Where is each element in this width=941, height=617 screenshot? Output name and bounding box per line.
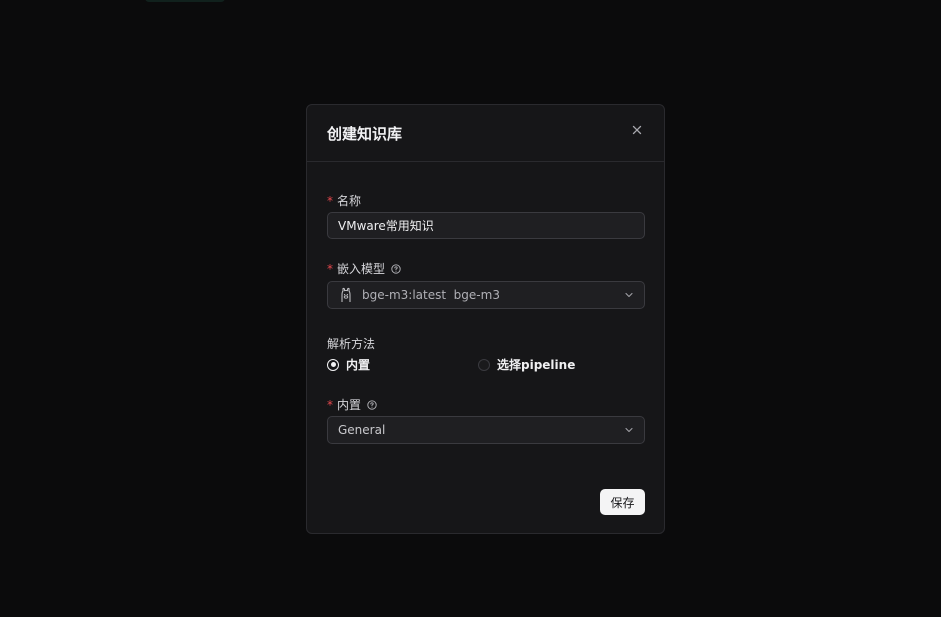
builtin-label-text: 内置 xyxy=(337,398,362,412)
name-label: * 名称 xyxy=(327,192,361,209)
radio-option-builtin[interactable]: 内置 xyxy=(327,356,370,373)
create-knowledge-base-dialog: 创建知识库 * 名称 * 嵌入模型 bge-m3:latest bge-m3 xyxy=(306,104,665,534)
radio-builtin-label: 内置 xyxy=(346,358,371,372)
ollama-llama-icon xyxy=(341,287,351,302)
close-icon xyxy=(632,125,642,135)
builtin-parser-select[interactable]: General xyxy=(327,416,645,444)
dialog-title: 创建知识库 xyxy=(327,125,403,143)
chevron-down-icon xyxy=(625,427,633,433)
background-decoration xyxy=(145,0,225,2)
embed-model-label: * 嵌入模型 xyxy=(327,260,401,277)
parse-method-label: 解析方法 xyxy=(327,335,375,352)
builtin-parser-selected-value: General xyxy=(338,423,386,437)
radio-pipeline-label: 选择pipeline xyxy=(497,358,576,372)
radio-option-pipeline[interactable]: 选择pipeline xyxy=(478,356,575,373)
close-button[interactable] xyxy=(630,123,644,137)
builtin-label: * 内置 xyxy=(327,396,377,413)
chevron-down-icon xyxy=(625,292,633,298)
question-circle-icon[interactable] xyxy=(391,263,401,274)
embed-model-label-text: 嵌入模型 xyxy=(337,262,386,276)
embed-model-select[interactable]: bge-m3:latest bge-m3 xyxy=(327,281,645,309)
name-input[interactable] xyxy=(327,212,645,239)
question-circle-icon[interactable] xyxy=(367,399,377,410)
required-mark: * xyxy=(327,193,333,208)
parse-method-label-text: 解析方法 xyxy=(327,337,376,351)
radio-builtin[interactable] xyxy=(327,358,339,371)
required-mark: * xyxy=(327,397,333,412)
radio-pipeline[interactable] xyxy=(478,358,490,371)
save-button[interactable]: 保存 xyxy=(600,489,645,515)
embed-model-selected-value: bge-m3:latest bge-m3 xyxy=(362,288,500,302)
required-mark: * xyxy=(327,261,333,276)
dialog-header: 创建知识库 xyxy=(307,105,664,162)
name-label-text: 名称 xyxy=(337,194,362,208)
